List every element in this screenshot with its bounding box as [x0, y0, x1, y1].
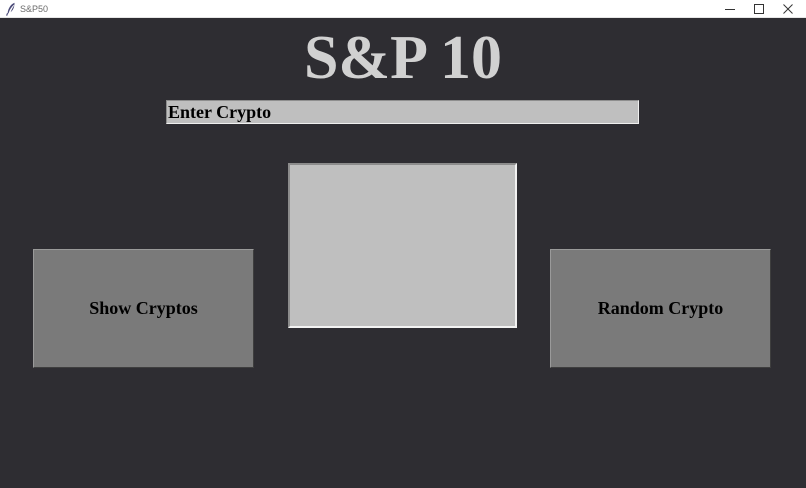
show-cryptos-button[interactable]: Show Cryptos: [33, 249, 254, 368]
minimize-icon: [725, 9, 735, 10]
maximize-button[interactable]: [745, 0, 773, 18]
title-bar[interactable]: S&P50: [0, 0, 806, 18]
result-display: [288, 163, 517, 328]
window-title: S&P50: [20, 4, 49, 14]
feather-icon: [5, 2, 17, 16]
app-window: S&P50 S&P 10 Show Cryptos Random Crypto: [0, 0, 806, 488]
random-crypto-button[interactable]: Random Crypto: [550, 249, 771, 368]
close-button[interactable]: [774, 0, 802, 18]
close-icon: [783, 4, 793, 14]
page-title: S&P 10: [303, 24, 503, 92]
minimize-button[interactable]: [716, 0, 744, 18]
crypto-input[interactable]: [166, 100, 639, 124]
maximize-icon: [754, 4, 764, 14]
